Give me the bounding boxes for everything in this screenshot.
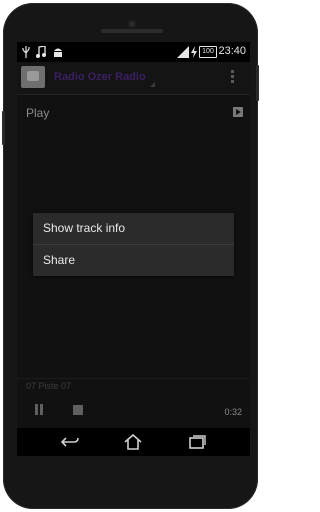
recent-apps-icon[interactable] bbox=[187, 434, 207, 450]
pause-icon[interactable] bbox=[34, 404, 44, 415]
usb-icon bbox=[22, 46, 30, 58]
menu-item-show-track-info[interactable]: Show track info bbox=[33, 213, 234, 245]
charging-icon bbox=[191, 46, 197, 58]
android-icon bbox=[54, 48, 62, 57]
battery-indicator: 100 bbox=[199, 46, 217, 58]
home-icon[interactable] bbox=[123, 434, 143, 450]
action-bar: Radio Ozer Radio bbox=[17, 62, 250, 95]
overflow-menu-icon[interactable] bbox=[229, 70, 235, 88]
power-button bbox=[256, 65, 259, 101]
volume-button bbox=[2, 111, 5, 145]
divider bbox=[17, 378, 250, 379]
music-note-icon bbox=[36, 46, 46, 58]
elapsed-time: 0:32 bbox=[224, 407, 242, 417]
status-bar: 100 23:40 bbox=[17, 42, 250, 62]
earpiece-speaker bbox=[101, 29, 163, 33]
navigation-bar bbox=[17, 428, 250, 456]
station-title[interactable]: Radio Ozer Radio bbox=[54, 71, 146, 83]
phone-frame: 100 23:40 Radio Ozer Radio Play Show tra… bbox=[2, 3, 259, 509]
back-icon[interactable] bbox=[60, 434, 80, 450]
track-name: 07 Piste 07 bbox=[26, 381, 72, 391]
play-icon[interactable] bbox=[233, 107, 243, 117]
front-camera bbox=[127, 19, 137, 29]
dropdown-indicator-icon bbox=[150, 82, 155, 87]
status-clock: 23:40 bbox=[218, 45, 246, 57]
menu-item-share[interactable]: Share bbox=[33, 245, 234, 276]
play-row[interactable]: Play bbox=[17, 102, 250, 124]
stop-icon[interactable] bbox=[73, 405, 83, 415]
album-art-icon[interactable] bbox=[21, 66, 45, 88]
play-label: Play bbox=[26, 106, 50, 120]
screen: 100 23:40 Radio Ozer Radio Play Show tra… bbox=[17, 42, 250, 456]
context-menu: Show track info Share bbox=[33, 213, 234, 276]
signal-icon bbox=[177, 46, 189, 58]
